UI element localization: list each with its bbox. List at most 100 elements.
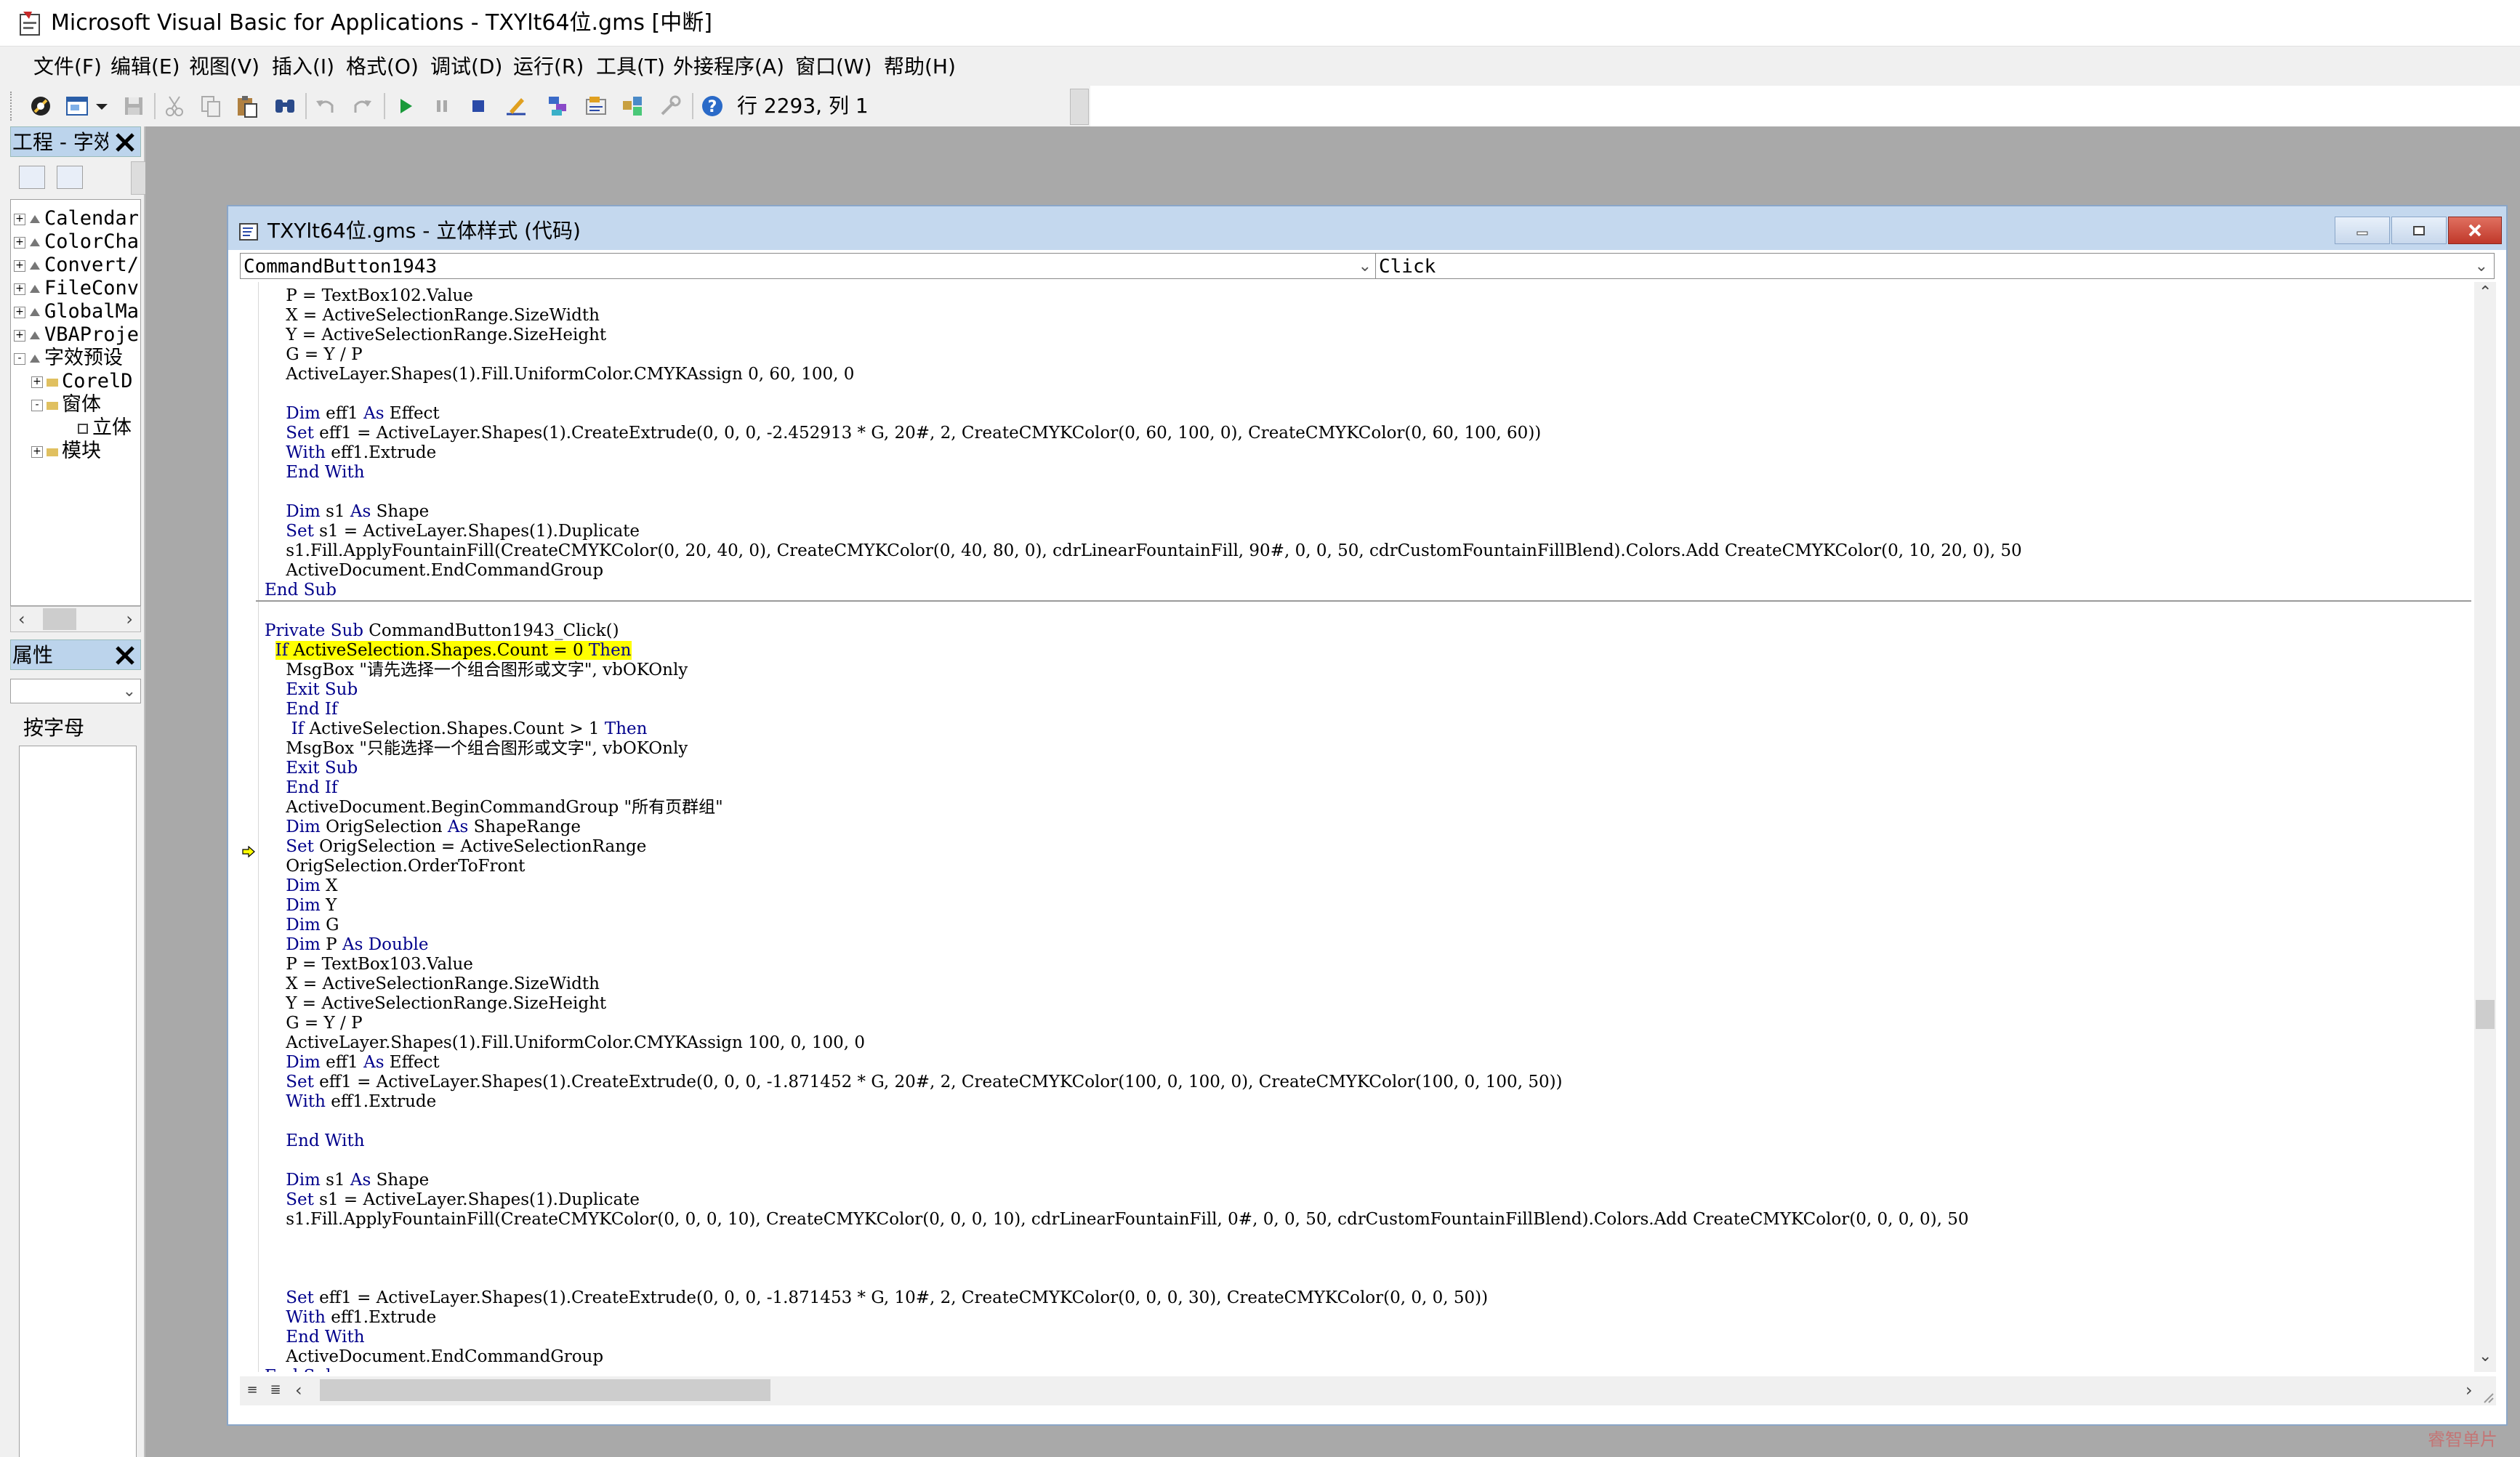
tree-node[interactable]: + CorelD [31,370,133,393]
scroll-right-icon[interactable]: › [126,607,133,631]
scroll-up-icon[interactable]: ⌃ [2479,283,2492,302]
design-mode-icon[interactable] [502,92,531,121]
expand-icon[interactable]: + [14,306,25,318]
minimize-button[interactable] [2335,217,2390,244]
scroll-thumb[interactable] [43,608,76,630]
menu-view[interactable]: 视图(V) [188,52,261,81]
toolbar-grip[interactable] [10,92,16,121]
menu-window[interactable]: 窗口(W) [794,52,874,81]
save-icon[interactable] [119,92,148,121]
project-tree-hscrollbar[interactable]: ‹ › [10,606,141,632]
breakpoint-margin[interactable] [240,282,259,1372]
scroll-right-icon[interactable]: › [2465,1378,2473,1402]
view-code-icon[interactable] [19,166,45,189]
menu-format[interactable]: 格式(O) [345,52,420,81]
procedure-view-icon[interactable]: ≡ [243,1379,262,1401]
toolbox-icon[interactable] [656,92,685,121]
tree-node[interactable]: + Convert/ [14,254,139,277]
tree-node-selected[interactable]: 立体 [76,416,132,440]
close-button[interactable] [2448,217,2502,244]
code-editor[interactable]: P = TextBox102.Value X = ActiveSelection… [240,282,2471,1372]
scroll-left-icon[interactable]: ‹ [18,607,25,631]
menu-insert[interactable]: 插入(I) [270,52,336,81]
chevron-down-icon: ⌄ [2474,257,2488,275]
collapse-icon[interactable]: - [14,352,25,365]
undo-icon[interactable] [311,92,340,121]
project-explorer-icon[interactable] [544,92,573,121]
close-icon [2468,224,2481,237]
full-module-view-icon[interactable]: ≣ [266,1379,285,1401]
tab-alphabetic[interactable]: 按字母 [23,715,84,741]
tree-node[interactable]: + ColorCha [14,230,139,254]
tree-node[interactable]: + VBAProje [14,323,139,347]
dropdown-arrow-icon[interactable] [93,92,110,121]
left-dock: 工程 - 字效 + Calendar + ColorCha + Convert/ + F… [0,126,147,1457]
tree-node[interactable]: + FileConv [14,277,139,300]
view-object-icon[interactable] [57,166,83,189]
paste-icon[interactable] [233,92,262,121]
copy-icon[interactable] [196,92,225,121]
expand-icon[interactable]: + [31,445,43,458]
userform-icon [78,423,88,434]
properties-object-select[interactable]: ⌄ [10,679,141,703]
menu-file[interactable]: 文件(F) [32,52,103,81]
window-title: Microsoft Visual Basic for Applications … [51,10,712,36]
code-window-icon [239,223,258,241]
expand-icon[interactable]: + [14,329,25,342]
resize-grip-icon[interactable] [2480,1389,2495,1404]
tree-node[interactable]: + GlobalMa [14,300,139,323]
expand-icon[interactable]: + [14,213,25,225]
menu-run[interactable]: 运行(R) [512,52,585,81]
close-icon[interactable] [113,643,137,668]
insert-userform-icon[interactable] [63,92,92,121]
expand-icon[interactable]: + [14,259,25,272]
properties-pane-header: 属性 [10,639,141,670]
object-select[interactable]: CommandButton1943 ⌄ [240,253,1378,279]
project-icon [30,261,40,270]
tree-node[interactable]: + 模块 [31,440,101,463]
menu-addins[interactable]: 外接程序(A) [672,52,786,81]
redo-icon[interactable] [347,92,377,121]
code-window-titlebar[interactable]: TXYlt64位.gms - 立体样式 (代码) [228,206,2506,250]
procedure-select[interactable]: Click ⌄ [1375,253,2495,279]
cut-icon[interactable] [160,92,189,121]
tree-node[interactable]: - 字效预设 [14,347,123,370]
close-icon[interactable] [113,130,137,155]
project-pane-title: 工程 - 字效 [12,130,108,154]
help-icon[interactable]: ? [698,92,727,121]
toolbar-overflow-button[interactable] [1070,89,1089,125]
tree-node-label: 窗体 [62,393,101,416]
properties-grid[interactable] [19,746,137,1457]
folder-icon [47,401,58,410]
standard-toolbar: ? 行 2293, 列 1 [0,86,1090,126]
expand-icon[interactable]: + [31,376,43,388]
expand-icon[interactable]: + [14,283,25,295]
scroll-thumb[interactable] [2476,1000,2495,1029]
code-text[interactable]: P = TextBox102.Value X = ActiveSelection… [256,286,2471,1372]
tree-node[interactable]: + Calendar [14,207,139,230]
menu-debug[interactable]: 调试(D) [429,52,504,81]
object-browser-icon[interactable] [618,92,647,121]
scroll-thumb[interactable] [320,1379,770,1401]
properties-pane-title: 属性 [12,643,54,667]
collapse-icon[interactable]: - [31,399,43,411]
break-icon[interactable] [427,92,456,121]
properties-icon[interactable] [581,92,611,121]
menu-edit[interactable]: 编辑(E) [109,52,182,81]
menu-tools[interactable]: 工具(T) [595,52,667,81]
tree-node[interactable]: - 窗体 [31,393,101,416]
procedure-select-value: Click [1379,256,1436,278]
scroll-left-icon[interactable]: ‹ [295,1378,302,1402]
properties-tab-area: 按字母 [10,708,141,1457]
view-excel-icon[interactable] [26,92,55,121]
restore-button[interactable] [2391,217,2447,244]
run-icon[interactable] [391,92,420,121]
menu-bar: 文件(F) 编辑(E) 视图(V) 插入(I) 格式(O) 调试(D) 运行(R… [0,47,2520,86]
reset-icon[interactable] [464,92,493,121]
find-icon[interactable] [270,92,299,121]
code-vscrollbar[interactable]: ⌃ ⌄ [2474,282,2496,1372]
expand-icon[interactable]: + [14,236,25,249]
menu-help[interactable]: 帮助(H) [882,52,957,81]
project-toolbar-scroll[interactable] [131,161,147,195]
scroll-down-icon[interactable]: ⌄ [2479,1347,2492,1365]
